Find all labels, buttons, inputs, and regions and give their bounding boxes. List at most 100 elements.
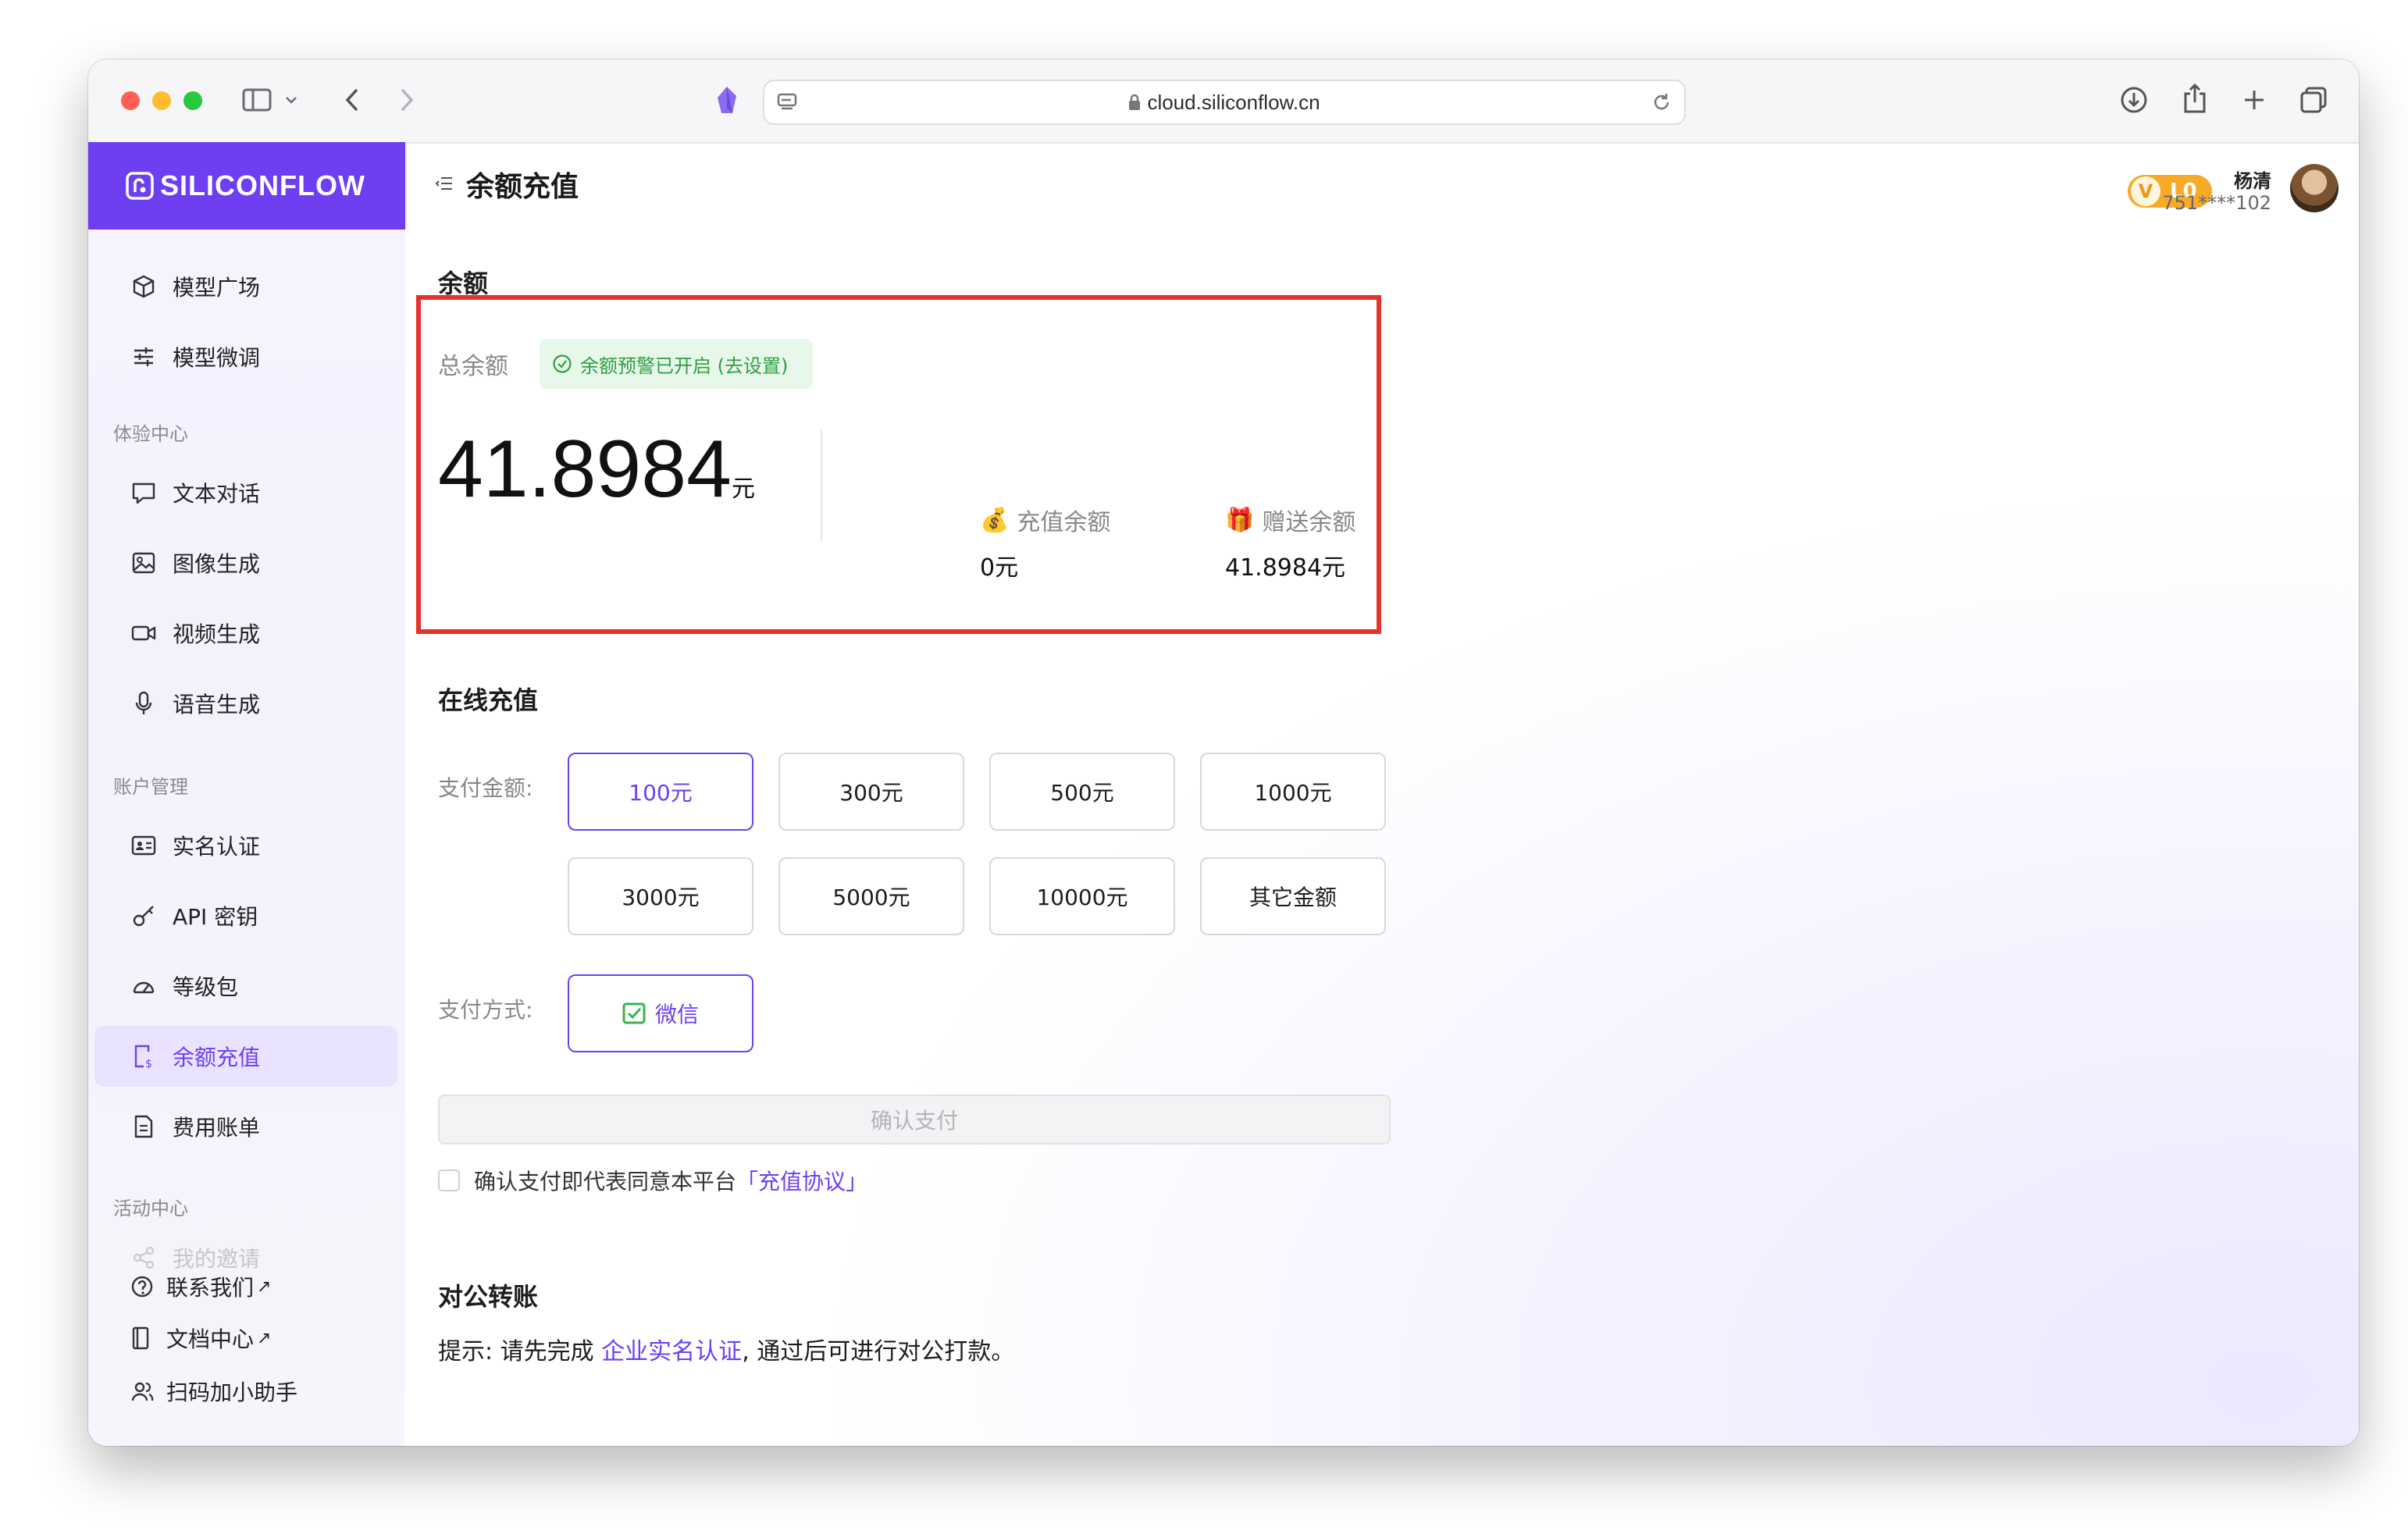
- tip-suffix: , 通过后可进行对公打款。: [742, 1338, 1015, 1365]
- custom-amount-option[interactable]: 其它金额: [1200, 857, 1386, 935]
- sidebar-item-label: 费用账单: [173, 1115, 261, 1141]
- annotation-highlight-box: [416, 295, 1381, 634]
- sidebar-item-text-chat[interactable]: 文本对话: [94, 462, 397, 523]
- sidebar-item-verification[interactable]: 实名认证: [94, 815, 397, 876]
- sidebar-item-api-keys[interactable]: API 密钥: [94, 885, 397, 946]
- mic-icon: [130, 690, 157, 717]
- sidebar-item-voice-gen[interactable]: 语音生成: [94, 673, 397, 734]
- docs-center-link[interactable]: 文档中心 ↗: [130, 1323, 271, 1354]
- sidebar-item-label: 语音生成: [173, 692, 261, 717]
- amount-option[interactable]: 1000元: [1200, 753, 1386, 831]
- image-icon: [130, 550, 157, 576]
- new-tab-icon[interactable]: [2239, 84, 2270, 116]
- corporate-tip: 提示: 请先完成 企业实名认证, 通过后可进行对公打款。: [438, 1332, 1014, 1366]
- bill-icon: [130, 1113, 157, 1140]
- sliders-icon: [130, 344, 157, 370]
- main-content: 余额 总余额 余额预警已开启 (去设置) 41.8984元 💰 充值余额 0元 🎁…: [405, 230, 2359, 1446]
- footer-item-label: 扫码加小助手: [166, 1380, 298, 1405]
- sidebar-item-label: 余额充值: [173, 1045, 261, 1070]
- brand-logo[interactable]: SILICONFLOW: [88, 142, 405, 230]
- user-phone: 751****102: [2162, 192, 2271, 214]
- close-window-button[interactable]: [121, 91, 140, 110]
- lock-icon: [1128, 83, 1141, 125]
- sidebar-item-billing[interactable]: 费用账单: [94, 1096, 397, 1157]
- sidebar-item-level-pack[interactable]: 等级包: [94, 956, 397, 1016]
- address-bar[interactable]: cloud.siliconflow.cn: [763, 80, 1686, 125]
- chevron-down-icon[interactable]: [283, 91, 299, 109]
- sidebar: SILICONFLOW 模型广场 模型微调 体验中心 文本对话 图像生成 视频生…: [88, 142, 407, 1446]
- video-icon: [130, 620, 157, 646]
- sidebar-item-label: 模型广场: [173, 275, 261, 301]
- menu-collapse-icon[interactable]: [435, 175, 454, 195]
- pay-method-text: 微信: [654, 1002, 699, 1027]
- nav-section-account: 账户管理: [113, 776, 188, 798]
- amount-option[interactable]: 3000元: [568, 857, 753, 935]
- download-icon[interactable]: [2118, 84, 2150, 116]
- minimize-window-button[interactable]: [152, 91, 171, 110]
- vip-icon: V: [2131, 176, 2160, 206]
- obsidian-extension-icon[interactable]: [711, 83, 743, 117]
- scan-assistant-link[interactable]: 扫码加小助手: [130, 1376, 297, 1407]
- sidebar-item-video-gen[interactable]: 视频生成: [94, 603, 397, 664]
- sidebar-item-label: 实名认证: [173, 834, 261, 860]
- url-text: cloud.siliconflow.cn: [764, 81, 1684, 123]
- agreement-checkbox[interactable]: [438, 1170, 460, 1191]
- user-name[interactable]: 杨清: [2234, 166, 2271, 193]
- help-circle-icon: [130, 1275, 154, 1298]
- sidebar-item-label: 图像生成: [173, 551, 261, 577]
- reload-icon[interactable]: [1650, 91, 1673, 114]
- share-icon[interactable]: [2179, 81, 2210, 116]
- users-icon: [130, 1380, 154, 1403]
- browser-window: cloud.siliconflow.cn SILICONFLOW 模型广场 模型…: [88, 59, 2359, 1446]
- tab-overview-icon[interactable]: [2298, 84, 2329, 116]
- pay-amount-label: 支付金额:: [438, 775, 533, 801]
- sidebar-item-model-square[interactable]: 模型广场: [94, 256, 397, 317]
- sidebar-item-model-finetune[interactable]: 模型微调: [94, 326, 397, 387]
- cube-icon: [130, 273, 157, 300]
- url-label: cloud.siliconflow.cn: [1147, 91, 1320, 114]
- zoom-window-button[interactable]: [183, 91, 202, 110]
- browser-toolbar: cloud.siliconflow.cn: [88, 59, 2359, 144]
- id-card-icon: [130, 832, 157, 859]
- amount-option[interactable]: 5000元: [778, 857, 964, 935]
- tip-prefix: 提示: 请先完成: [438, 1338, 602, 1365]
- sidebar-item-label: 等级包: [173, 974, 239, 1000]
- recharge-icon: $: [130, 1043, 157, 1070]
- chat-icon: [130, 479, 157, 506]
- siliconflow-logo-icon: [126, 172, 154, 200]
- book-icon: [130, 1326, 154, 1350]
- enterprise-verification-link[interactable]: 企业实名认证: [601, 1338, 742, 1365]
- contact-us-link[interactable]: 联系我们 ↗: [130, 1271, 271, 1302]
- back-icon[interactable]: [340, 86, 363, 114]
- confirm-pay-button[interactable]: 确认支付: [438, 1095, 1391, 1145]
- footer-item-label: 联系我们: [166, 1275, 255, 1301]
- amount-option[interactable]: 10000元: [989, 857, 1175, 935]
- external-link-icon: ↗: [257, 1328, 272, 1348]
- recharge-agreement-link[interactable]: 「充值协议」: [736, 1165, 867, 1196]
- brand-name: SILICONFLOW: [160, 169, 365, 201]
- online-recharge-title: 在线充值: [438, 685, 539, 715]
- sidebar-item-recharge[interactable]: $ 余额充值: [94, 1026, 397, 1087]
- sidebar-item-label: API 密钥: [173, 904, 258, 930]
- gauge-icon: [130, 973, 157, 999]
- amount-option[interactable]: 500元: [989, 753, 1175, 831]
- sidebar-item-label: 视频生成: [173, 621, 261, 647]
- share-icon: [130, 1244, 157, 1271]
- amount-option[interactable]: 100元: [568, 753, 753, 831]
- external-link-icon: ↗: [257, 1276, 272, 1297]
- wechat-pay-icon: [622, 1002, 646, 1024]
- sidebar-item-image-gen[interactable]: 图像生成: [94, 532, 397, 593]
- sidebar-item-label: 模型微调: [173, 345, 261, 371]
- sidebar-toggle-icon[interactable]: [241, 86, 273, 114]
- pay-method-label: 支付方式:: [438, 997, 533, 1023]
- avatar[interactable]: [2290, 164, 2339, 212]
- agreement-text: 确认支付即代表同意本平台: [474, 1169, 737, 1194]
- amount-option[interactable]: 300元: [778, 753, 964, 831]
- forward-icon[interactable]: [396, 86, 419, 114]
- corporate-transfer-title: 对公转账: [438, 1282, 539, 1312]
- footer-item-label: 文档中心: [166, 1326, 255, 1352]
- nav-section-activity: 活动中心: [113, 1198, 188, 1219]
- agreement-row: 确认支付即代表同意本平台 「充值协议」: [438, 1165, 867, 1196]
- wechat-pay-option[interactable]: 微信: [568, 974, 753, 1052]
- sidebar-item-label: 文本对话: [173, 481, 261, 507]
